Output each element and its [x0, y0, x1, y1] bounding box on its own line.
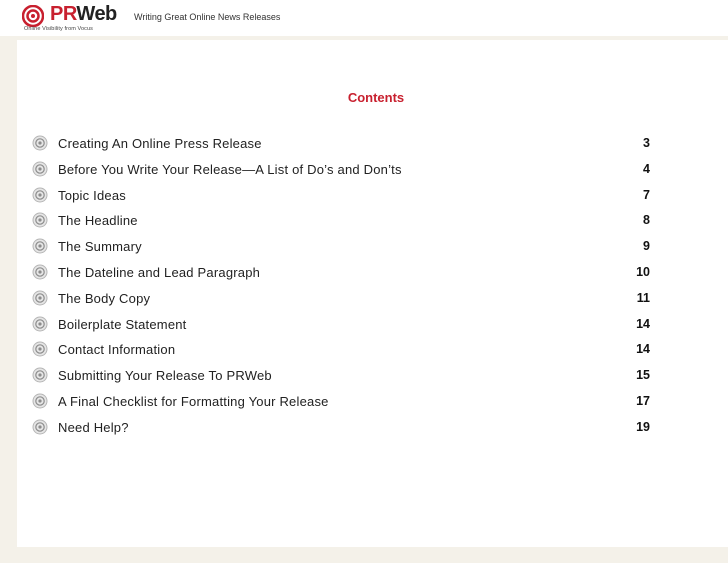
toc-item-page-number: 15	[636, 368, 650, 383]
toc-item[interactable]: Topic Ideas 7	[17, 185, 728, 211]
table-of-contents: Creating An Online Press Release 3 Before …	[17, 133, 728, 443]
toc-item-page-number: 4	[643, 161, 650, 176]
toc-item-page-number: 9	[643, 239, 650, 254]
toc-item-page-number: 14	[636, 342, 650, 357]
toc-item-label: Contact Information	[58, 342, 176, 358]
document-title: Writing Great Online News Releases	[134, 12, 281, 22]
toc-item-page-number: 7	[643, 187, 650, 202]
toc-item-label: Submitting Your Release To PRWeb	[58, 368, 272, 384]
toc-item-label: Need Help?	[58, 419, 129, 435]
toc-item-page-number: 3	[643, 136, 650, 150]
toc-item-page-number: 14	[636, 316, 650, 331]
logo-web: Web	[76, 3, 117, 25]
toc-item-label: The Headline	[58, 213, 138, 229]
toc-item-label: The Summary	[58, 239, 142, 255]
toc-item-page-number: 11	[636, 290, 650, 305]
bullet-icon	[32, 264, 48, 280]
logo-tagline: Online Visibility from Vocus	[24, 26, 94, 32]
bullet-icon	[32, 341, 48, 357]
bullet-icon	[32, 419, 48, 435]
toc-item[interactable]: A Final Checklist for Formatting Your Re…	[17, 391, 728, 417]
bullet-icon	[32, 238, 48, 254]
toc-item[interactable]: Creating An Online Press Release 3	[17, 133, 728, 159]
toc-item-page-number: 10	[636, 264, 650, 279]
header: PRWeb Online Visibility from Vocus Writi…	[0, 0, 728, 36]
bullet-icon	[32, 290, 48, 306]
contents-page: Contents Creating An Online Press Releas…	[17, 40, 728, 547]
toc-item[interactable]: Boilerplate Statement 14	[17, 314, 728, 340]
prweb-logo-icon	[22, 5, 44, 27]
toc-item[interactable]: The Summary 9	[17, 236, 728, 262]
toc-item-label: Boilerplate Statement	[58, 316, 187, 332]
toc-item-label: The Dateline and Lead Paragraph	[58, 264, 261, 280]
toc-item[interactable]: Contact Information 14	[17, 339, 728, 365]
toc-item-label: A Final Checklist for Formatting Your Re…	[58, 393, 329, 409]
logo-pr: PR	[50, 3, 77, 25]
toc-item-label: Topic Ideas	[58, 187, 126, 203]
bullet-icon	[32, 135, 48, 151]
toc-item[interactable]: The Body Copy 11	[17, 288, 728, 314]
bullet-icon	[32, 316, 48, 332]
toc-item-label: Before You Write Your Release—A List of …	[58, 161, 402, 177]
bullet-icon	[32, 187, 48, 203]
prweb-logo[interactable]: PRWeb Online Visibility from Vocus	[22, 2, 122, 33]
toc-item[interactable]: Before You Write Your Release—A List of …	[17, 159, 728, 185]
toc-item[interactable]: The Headline 8	[17, 210, 728, 236]
toc-item-label: Creating An Online Press Release	[58, 136, 262, 151]
bullet-icon	[32, 161, 48, 177]
contents-heading: Contents	[347, 90, 405, 105]
toc-item[interactable]: Submitting Your Release To PRWeb 15	[17, 365, 728, 391]
toc-item-label: The Body Copy	[58, 290, 151, 306]
bullet-icon	[32, 212, 48, 228]
toc-item-page-number: 19	[636, 419, 650, 434]
toc-item[interactable]: The Dateline and Lead Paragraph 10	[17, 262, 728, 288]
toc-item[interactable]: Need Help? 19	[17, 417, 728, 443]
toc-item-page-number: 8	[643, 213, 650, 228]
bullet-icon	[32, 367, 48, 383]
toc-item-page-number: 17	[636, 393, 650, 408]
logo-wordmark: PRWeb	[50, 2, 117, 26]
bullet-icon	[32, 393, 48, 409]
